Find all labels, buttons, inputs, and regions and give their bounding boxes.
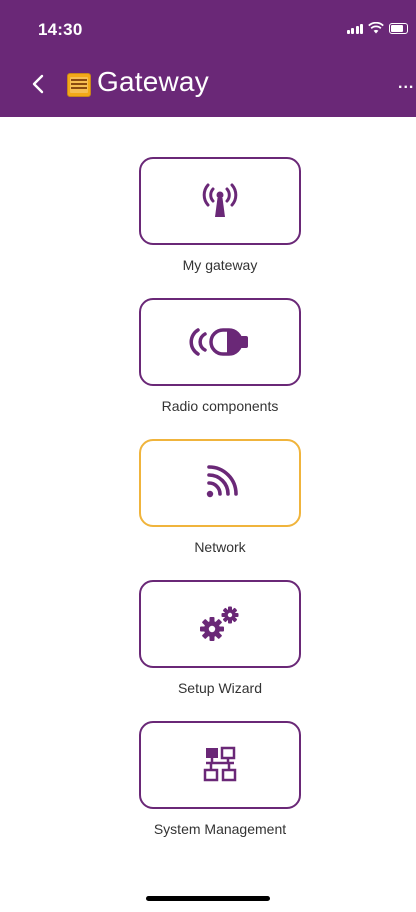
wifi-signal-icon <box>206 465 238 498</box>
menu-item-label: My gateway <box>182 257 258 273</box>
gears-icon <box>200 606 239 641</box>
more-menu-button[interactable]: ... <box>398 75 416 93</box>
heat-app-logo <box>67 73 91 97</box>
menu-item-label: Network <box>194 539 246 555</box>
app-header: 14:30 Gateway ... <box>0 0 416 117</box>
menu-item-label: Radio components <box>161 398 279 414</box>
radio-thermostat-icon <box>189 328 248 356</box>
radio-components-tile[interactable] <box>139 298 301 386</box>
cellular-signal-icon <box>346 23 363 34</box>
menu-item-my-gateway[interactable]: My gateway <box>139 157 301 273</box>
chevron-left-icon <box>32 74 44 94</box>
menu-item-setup-wizard[interactable]: Setup Wizard <box>139 580 301 696</box>
network-structure-icon <box>203 746 237 782</box>
home-indicator[interactable] <box>146 896 270 901</box>
system-management-tile[interactable] <box>139 721 301 809</box>
menu-item-label: System Management <box>153 821 287 837</box>
network-tile[interactable] <box>139 439 301 527</box>
setup-wizard-tile[interactable] <box>139 580 301 668</box>
menu-item-label: Setup Wizard <box>177 680 263 696</box>
menu-item-system-management[interactable]: System Management <box>139 721 301 837</box>
menu-item-network[interactable]: Network <box>139 439 301 555</box>
my-gateway-tile[interactable] <box>139 157 301 245</box>
wifi-icon <box>368 22 384 34</box>
antenna-icon <box>202 183 238 217</box>
menu-item-radio-components[interactable]: Radio components <box>139 298 301 414</box>
battery-icon <box>389 22 408 34</box>
back-button[interactable] <box>26 68 50 100</box>
page-title: Gateway <box>97 66 209 97</box>
status-time: 14:30 <box>38 20 83 39</box>
status-icons <box>346 22 408 34</box>
